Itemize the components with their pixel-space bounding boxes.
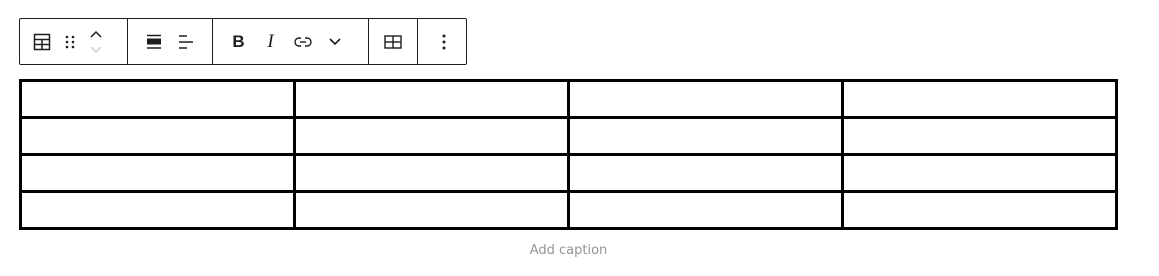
alignment-group <box>128 19 213 64</box>
table-cell[interactable] <box>567 190 844 230</box>
italic-button[interactable]: I <box>255 24 287 60</box>
options-group <box>418 19 466 64</box>
text-align-button[interactable] <box>170 24 202 60</box>
drag-handle-icon[interactable] <box>56 24 84 60</box>
data-table <box>19 79 1118 230</box>
block-mover <box>84 24 108 60</box>
more-formatting-button[interactable] <box>319 24 351 60</box>
edit-table-button[interactable] <box>377 24 409 60</box>
move-down-button[interactable] <box>84 43 108 57</box>
bold-icon: B <box>232 32 245 51</box>
italic-icon: I <box>267 31 274 52</box>
table-cell[interactable] <box>841 190 1118 230</box>
move-up-button[interactable] <box>84 27 108 41</box>
table-row <box>19 153 1118 193</box>
table-block-icon[interactable] <box>28 24 56 60</box>
table-row <box>19 116 1118 156</box>
bold-button[interactable]: B <box>223 24 255 60</box>
table-cell[interactable] <box>293 190 570 230</box>
align-wide-button[interactable] <box>138 24 170 60</box>
table-cell[interactable] <box>567 116 844 156</box>
table-cell[interactable] <box>19 79 296 119</box>
table-cell[interactable] <box>841 79 1118 119</box>
link-button[interactable] <box>287 24 319 60</box>
chevron-up-icon <box>90 30 102 38</box>
table-row <box>19 190 1118 230</box>
table-cell[interactable] <box>293 116 570 156</box>
table-cell[interactable] <box>567 79 844 119</box>
chevron-down-icon <box>328 37 341 45</box>
block-toolbar: B I <box>19 18 467 65</box>
table-caption-input[interactable]: Add caption <box>19 243 1118 258</box>
align-left-icon <box>178 34 193 49</box>
table-edit-icon <box>384 34 402 49</box>
chevron-down-icon <box>90 46 102 53</box>
table-cell[interactable] <box>293 79 570 119</box>
table-cell[interactable] <box>841 116 1118 156</box>
table-cell[interactable] <box>19 116 296 156</box>
block-switcher-group <box>20 19 128 64</box>
formatting-group: B I <box>213 19 370 64</box>
table-cell[interactable] <box>293 153 570 193</box>
edit-table-group <box>369 19 418 64</box>
align-wide-icon <box>146 34 161 49</box>
table-cell[interactable] <box>567 153 844 193</box>
table-cell[interactable] <box>19 153 296 193</box>
link-icon <box>293 36 312 47</box>
options-button[interactable] <box>428 24 460 60</box>
table-cell[interactable] <box>841 153 1118 193</box>
table-block <box>19 79 1118 230</box>
table-row <box>19 79 1118 119</box>
table-cell[interactable] <box>19 190 296 230</box>
more-vertical-icon <box>442 34 446 49</box>
